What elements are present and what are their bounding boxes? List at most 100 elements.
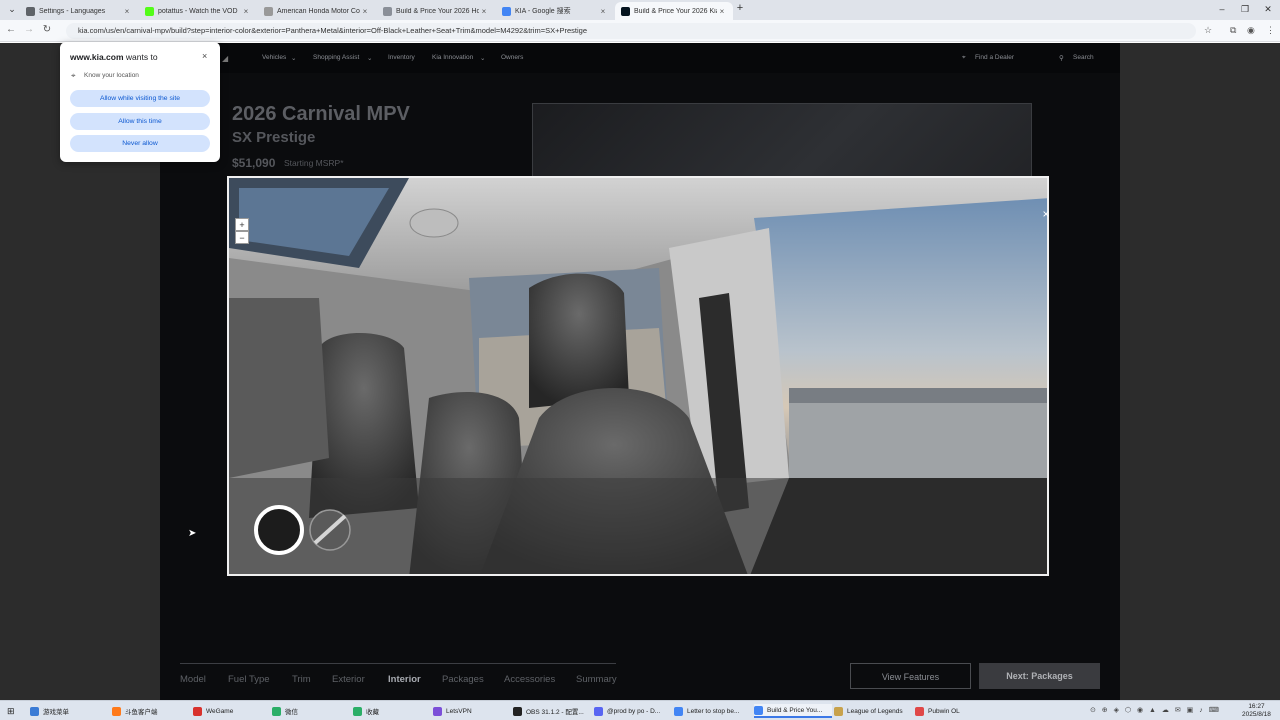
never-allow-button[interactable]: Never allow [70, 135, 210, 152]
taskbar-label: 斗鱼客户端 [125, 709, 158, 716]
search-icon[interactable]: ⚲ [1059, 54, 1064, 62]
bookmark-star-icon[interactable]: ☆ [1204, 25, 1212, 36]
minimize-icon[interactable]: – [1212, 4, 1232, 14]
taskbar-item[interactable]: OBS 31.1.2 - 配置... [513, 704, 591, 718]
browser-tab[interactable]: Settings - Languages × [20, 2, 138, 20]
tab-title: Build & Price Your 2026 Hon [396, 7, 479, 15]
profile-icon[interactable]: ◉ [1247, 25, 1255, 36]
close-window-icon[interactable]: ✕ [1258, 4, 1278, 15]
tab-title: potattus - Watch the VOD [158, 7, 238, 15]
close-tab-icon[interactable]: × [717, 7, 727, 16]
permission-wants: wants to [125, 52, 158, 62]
step-trim[interactable]: Trim [292, 674, 311, 685]
find-dealer-link[interactable]: Find a Dealer [975, 54, 1014, 61]
taskbar-label: @prod by po - D... [607, 707, 661, 715]
location-pin-icon: ⌖ [962, 54, 966, 61]
zoom-out-button[interactable]: − [235, 231, 249, 244]
interior-360-viewer[interactable] [227, 176, 1049, 576]
location-pin-icon: ⌖ [71, 71, 76, 80]
browser-tab[interactable]: KIA - Google 搜索 × [496, 2, 614, 20]
browser-tab-active[interactable]: Build & Price Your 2026 Kia C× [615, 2, 733, 20]
step-model[interactable]: Model [180, 674, 206, 685]
menu-icon[interactable]: ⋮ [1266, 25, 1275, 36]
vehicle-name: 2026 Carnival MPV [232, 103, 410, 125]
taskbar-item[interactable]: @prod by po - D... [594, 704, 672, 718]
system-tray-icons[interactable]: ⊙ ⊕ ◈ ⬡ ◉ ▲ ☁ ✉ ▣ ♪ ⌨ [1090, 706, 1221, 714]
price: $51,090 [232, 156, 276, 170]
extensions-icon[interactable]: ⧉ [1230, 25, 1236, 36]
browser-tab[interactable]: potattus - Watch the VOD × [139, 2, 257, 20]
step-packages[interactable]: Packages [442, 674, 484, 685]
step-fuel-type[interactable]: Fuel Type [228, 674, 270, 685]
nav-inventory[interactable]: Inventory [388, 54, 415, 61]
close-tab-icon[interactable]: × [122, 7, 132, 16]
close-tab-icon[interactable]: × [598, 7, 608, 16]
forward-icon[interactable]: → [22, 24, 36, 35]
search-link[interactable]: Search [1073, 54, 1094, 61]
interior-image [229, 178, 1047, 574]
close-icon[interactable]: × [202, 51, 207, 61]
tab-list-icon[interactable]: ⌄ [2, 4, 22, 15]
step-summary[interactable]: Summary [576, 674, 617, 685]
start-icon[interactable]: ⊞ [7, 704, 15, 718]
clock[interactable]: 16:27 2025/8/18 [1242, 703, 1271, 719]
taskbar-label: 微信 [285, 709, 298, 716]
browser-tab[interactable]: American Honda Motor Co. × [258, 2, 376, 20]
tab-favicon [621, 6, 630, 16]
browser-tab[interactable]: Build & Price Your 2026 Hon × [377, 2, 495, 20]
app-icon [30, 706, 39, 716]
nav-kia-innovation[interactable]: Kia Innovation [432, 54, 473, 61]
taskbar-item[interactable]: 微信 [272, 704, 350, 718]
nav-shopping-assist[interactable]: Shopping Assist [313, 54, 359, 61]
close-tab-icon[interactable]: × [360, 7, 370, 16]
restore-icon[interactable]: ❐ [1235, 4, 1255, 15]
step-interior[interactable]: Interior [388, 674, 421, 685]
address-bar-row: ← → ↻ kia.com/us/en/carnival-mpv/build?s… [0, 20, 1280, 42]
permission-title: www.kia.com wants to [70, 52, 158, 62]
nav-vehicles[interactable]: Vehicles [262, 54, 286, 61]
nav-owners[interactable]: Owners [501, 54, 523, 61]
allow-while-visiting-button[interactable]: Allow while visiting the site [70, 90, 210, 107]
taskbar-label: Letter to stop be... [687, 707, 740, 715]
taskbar-item[interactable]: 收藏 [353, 704, 431, 718]
reload-icon[interactable]: ↻ [40, 24, 54, 35]
taskbar-item[interactable]: LetsVPN [433, 704, 511, 718]
zoom-in-button[interactable]: + [235, 218, 249, 231]
app-icon [915, 706, 924, 716]
taskbar-label: LetsVPN [446, 707, 472, 715]
taskbar-item[interactable]: 游戏菜单 [30, 704, 108, 718]
step-accessories[interactable]: Accessories [504, 674, 555, 685]
close-tab-icon[interactable]: × [241, 7, 251, 16]
chevron-down-icon: ⌄ [291, 55, 297, 62]
app-icon [754, 705, 763, 715]
back-icon[interactable]: ← [4, 24, 18, 35]
taskbar-item[interactable]: Letter to stop be... [674, 704, 752, 718]
mouse-cursor-icon: ➤ [188, 528, 197, 539]
close-tab-icon[interactable]: × [479, 7, 489, 16]
step-exterior[interactable]: Exterior [332, 674, 365, 685]
taskbar-item[interactable]: 斗鱼客户端 [112, 704, 190, 718]
price-label: Starting MSRP* [284, 158, 344, 168]
tab-favicon [502, 6, 511, 16]
taskbar-label: 收藏 [366, 709, 379, 716]
taskbar-item[interactable]: Pubwin OL [915, 704, 993, 718]
view-features-button[interactable]: View Features [850, 663, 971, 689]
kia-logo-icon[interactable]: ◢ [222, 54, 228, 63]
taskbar-item[interactable]: League of Legends [834, 704, 914, 718]
app-icon [834, 706, 843, 716]
next-packages-button[interactable]: Next: Packages [979, 663, 1100, 689]
permission-site: www.kia.com [70, 52, 124, 62]
taskbar-item[interactable]: WeGame [193, 704, 271, 718]
app-icon [112, 706, 121, 716]
app-icon [433, 706, 442, 716]
swatch-off-black[interactable] [254, 505, 304, 555]
app-icon [513, 706, 522, 716]
app-icon [272, 706, 281, 716]
taskbar-item-active[interactable]: Build & Price You... [754, 704, 832, 718]
allow-this-time-button[interactable]: Allow this time [70, 113, 210, 130]
app-icon [193, 706, 202, 716]
close-viewer-button[interactable]: × [1040, 207, 1052, 221]
url-field[interactable]: kia.com/us/en/carnival-mpv/build?step=in… [66, 23, 1196, 39]
new-tab-button[interactable]: + [730, 2, 750, 14]
chevron-down-icon: ⌄ [367, 55, 373, 62]
